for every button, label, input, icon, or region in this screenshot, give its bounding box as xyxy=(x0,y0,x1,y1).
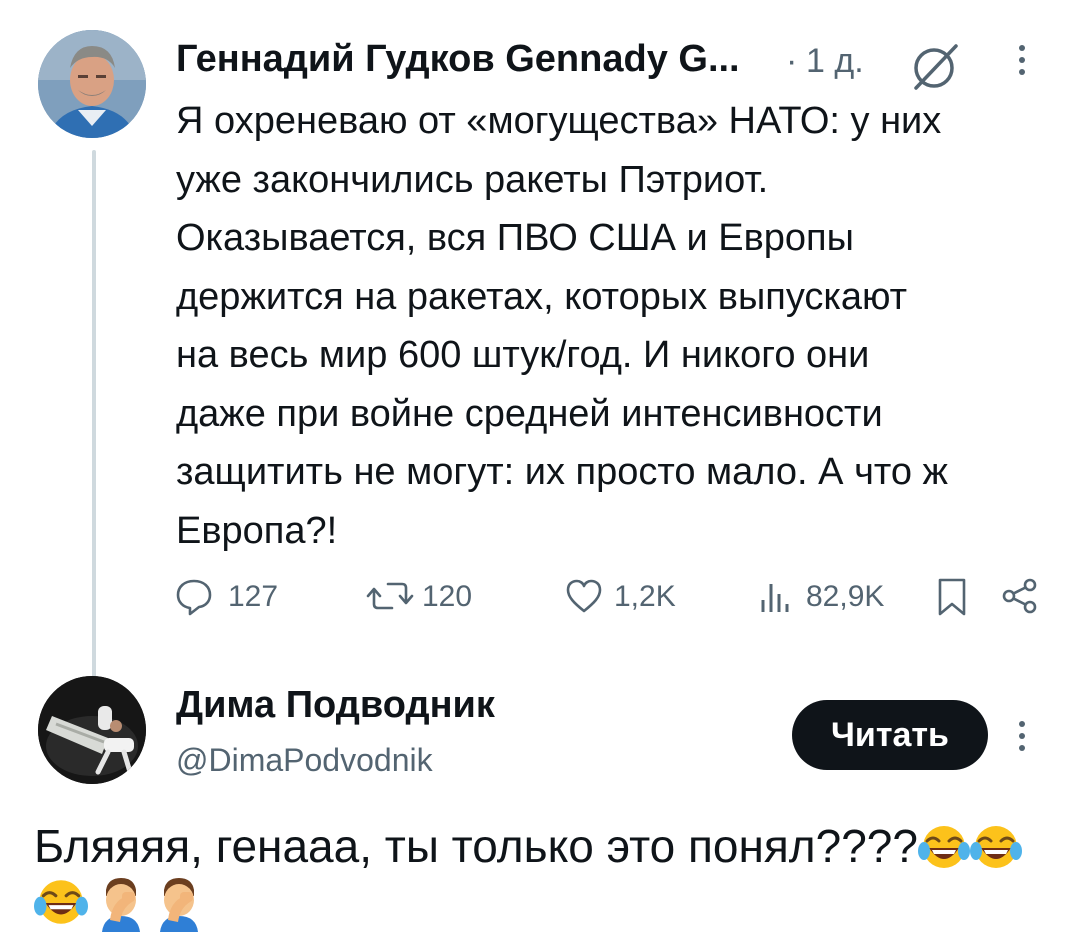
thread-line xyxy=(92,150,96,678)
more-vertical-icon[interactable] xyxy=(1012,40,1032,80)
repost-count: 120 xyxy=(422,580,473,613)
avatar-photo-icon xyxy=(38,30,146,138)
avatar[interactable] xyxy=(38,30,146,138)
reply-text-body: Бляяяя, генааа, ты только это понял???? xyxy=(34,820,918,872)
tweet-text-line: защитить не могут: их просто мало. А что… xyxy=(176,451,948,493)
views-count: 82,9K xyxy=(806,580,885,613)
tweet-text-line: уже закончились ракеты Пэтриот. xyxy=(176,158,769,201)
man-facepalming-emoji-icon xyxy=(96,876,146,936)
tweet-text-line: даже при войне средней интенсивности xyxy=(176,392,883,435)
follow-button[interactable]: Читать xyxy=(792,700,988,770)
like-count: 1,2K xyxy=(614,580,676,613)
bookmark-icon[interactable] xyxy=(932,576,972,616)
tweet-text-line: Я охреневаю от «могущества» НАТО: у них xyxy=(176,100,942,142)
laughing-crying-emoji-icon xyxy=(34,876,88,936)
share-icon[interactable] xyxy=(1000,576,1040,616)
tweet-text: Я охреневаю от «могущества» НАТО: у них … xyxy=(176,92,1056,560)
avatar[interactable] xyxy=(38,676,146,784)
more-vertical-icon[interactable] xyxy=(1012,716,1032,756)
reply-text: Бляяяя, генааа, ты только это понял???? xyxy=(34,812,1054,880)
emoji-row xyxy=(34,876,204,936)
laughing-crying-emoji-icon xyxy=(917,820,970,872)
views-icon[interactable] xyxy=(756,576,796,616)
reply-author-name[interactable]: Дима Подводник xyxy=(176,684,495,727)
grok-icon[interactable] xyxy=(908,38,964,94)
tweet-text-line: держится на ракетах, которых выпускают xyxy=(176,275,908,318)
laughing-crying-emoji-icon xyxy=(969,820,1022,872)
tweet-text-line: Оказывается, вся ПВО США и Европы xyxy=(176,217,854,259)
avatar-photo-icon xyxy=(38,676,146,784)
timestamp[interactable]: 1 д. xyxy=(806,42,864,81)
reply-count: 127 xyxy=(228,580,279,613)
tweet-text-line: на весь мир 600 штук/год. И никого они xyxy=(176,334,870,376)
repost-icon[interactable] xyxy=(366,576,414,616)
man-facepalming-emoji-icon xyxy=(154,876,204,936)
author-name[interactable]: Геннадий Гудков Gennady G... xyxy=(176,38,740,81)
tweet-text-line: Европа?! xyxy=(176,509,338,552)
heart-icon[interactable] xyxy=(564,576,604,616)
reply-icon[interactable] xyxy=(174,576,214,616)
reply-author-handle[interactable]: @DimaPodvodnik xyxy=(176,742,433,779)
meta-separator: · xyxy=(786,42,798,80)
